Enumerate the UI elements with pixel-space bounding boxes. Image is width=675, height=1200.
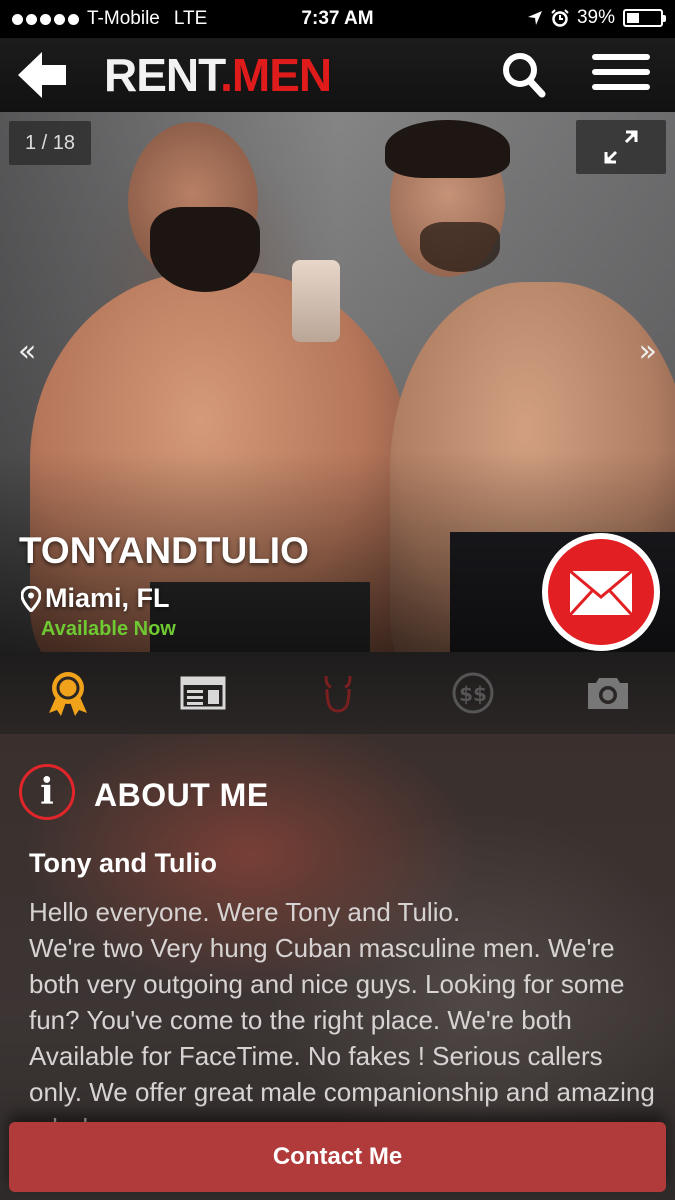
tab-profile-details[interactable] xyxy=(135,652,270,734)
tab-preferences[interactable] xyxy=(270,652,405,734)
devil-icon xyxy=(324,675,351,713)
profile-username: TONYANDTULIO xyxy=(19,530,309,571)
availability-status: Available Now xyxy=(41,618,176,640)
tab-rates[interactable]: $$ xyxy=(405,652,540,734)
search-icon xyxy=(503,53,546,98)
photo-hair-right xyxy=(385,120,510,178)
logo-dot: . xyxy=(220,49,233,101)
site-logo[interactable]: RENT.MEN xyxy=(104,48,332,102)
send-message-button[interactable] xyxy=(542,533,660,651)
id-card-icon xyxy=(180,676,225,710)
send-message-button-inner xyxy=(548,539,654,645)
dollar-coin-icon: $$ xyxy=(452,672,493,714)
location-arrow-icon xyxy=(527,11,542,25)
hamburger-menu-icon[interactable] xyxy=(592,54,650,96)
expand-icon xyxy=(604,130,638,164)
photo-beard-left xyxy=(150,207,260,292)
bio-name: Tony and Tulio xyxy=(29,848,217,878)
svg-text:$$: $$ xyxy=(459,682,487,706)
envelope-icon xyxy=(568,569,634,617)
expand-button[interactable] xyxy=(576,120,666,174)
search-button[interactable] xyxy=(500,50,548,100)
status-right: 39% xyxy=(527,7,666,29)
contact-me-button[interactable]: Contact Me xyxy=(9,1122,666,1192)
camera-icon xyxy=(587,678,628,709)
photo-counter: 1 / 18 xyxy=(9,121,92,165)
info-icon: i xyxy=(19,764,75,820)
photo-gallery[interactable]: 1 / 18 « » TONYANDTULIO Miami, FL Availa… xyxy=(0,112,675,652)
next-photo-button[interactable]: » xyxy=(639,334,657,369)
back-button[interactable] xyxy=(14,48,70,102)
arrow-left-icon xyxy=(18,52,66,98)
award-ribbon-icon xyxy=(48,672,87,716)
battery-icon xyxy=(623,9,666,27)
profile-location: Miami, FL xyxy=(21,583,170,614)
logo-text-men: MEN xyxy=(231,49,332,101)
profile-tab-bar: $$ xyxy=(0,652,675,734)
tab-highlights[interactable] xyxy=(0,652,135,734)
app-header: RENT.MEN xyxy=(0,38,675,112)
tab-photos[interactable] xyxy=(540,652,675,734)
photo-phone xyxy=(292,260,340,342)
logo-text-rent: RENT xyxy=(104,49,221,101)
about-title: ABOUT ME xyxy=(94,777,269,813)
bio-text: Hello everyone. Were Tony and Tulio. We'… xyxy=(29,897,655,1143)
location-text: Miami, FL xyxy=(45,583,170,613)
photo-beard-right xyxy=(420,222,500,272)
map-pin-icon xyxy=(21,585,41,612)
status-bar: T-Mobile LTE 7:37 AM 39% xyxy=(0,0,675,38)
alarm-icon xyxy=(551,9,569,27)
previous-photo-button[interactable]: « xyxy=(18,334,36,369)
battery-percent: 39% xyxy=(576,7,615,28)
